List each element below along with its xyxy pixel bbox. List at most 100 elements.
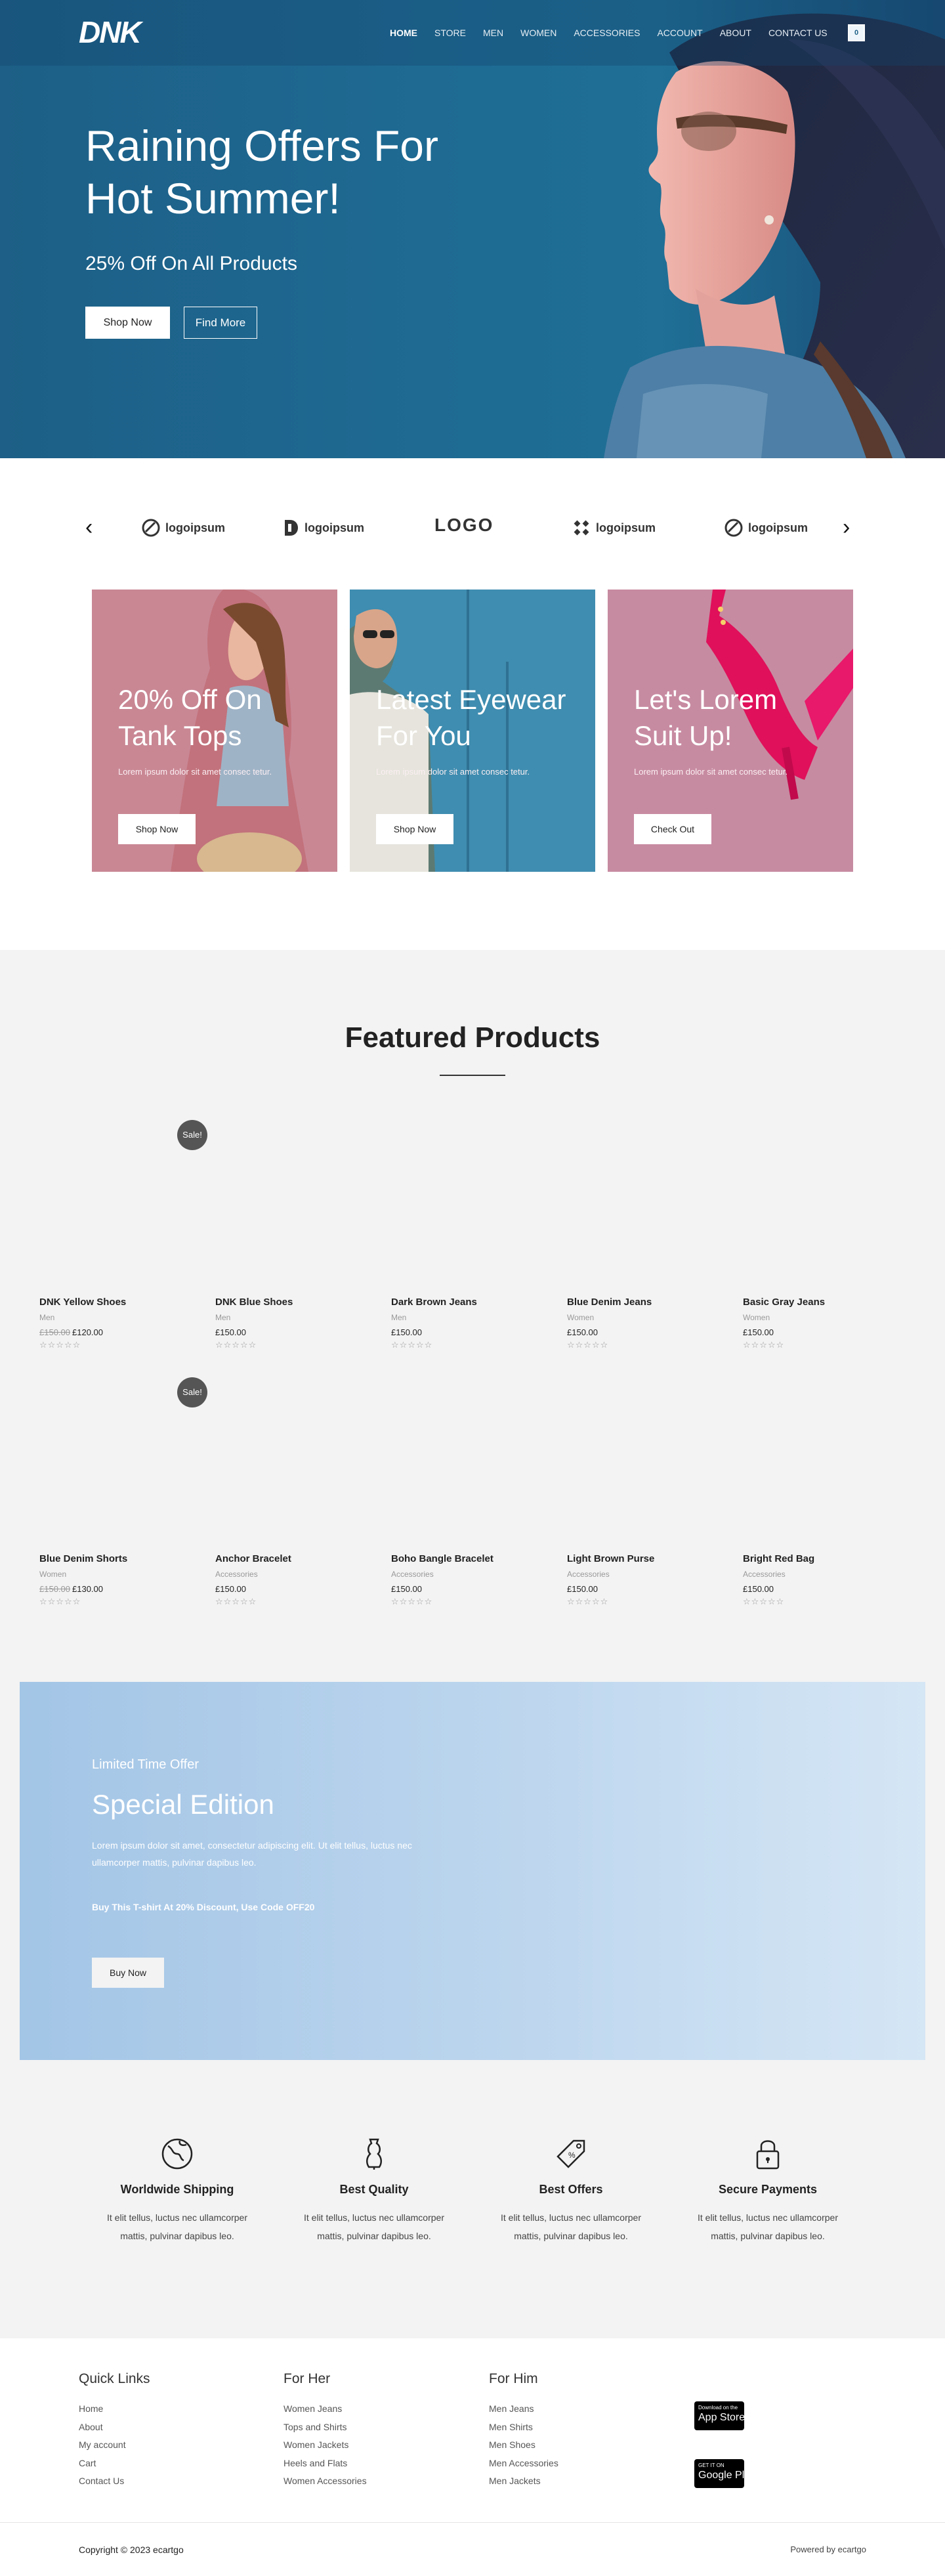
product-card[interactable]: Blue Denim Shorts Women £150.00 £130.00 ☆… — [39, 1553, 197, 1607]
product-card[interactable]: Basic Gray Jeans Women £150.00 ☆☆☆☆☆ — [743, 1297, 900, 1350]
product-rating: ☆☆☆☆☆ — [39, 1597, 81, 1606]
logoipsum-mark-icon — [574, 520, 589, 536]
product-name[interactable]: DNK Blue Shoes — [215, 1297, 373, 1308]
footer-link-men-shirts[interactable]: Men Shirts — [489, 2418, 558, 2437]
logoipsum-mark-icon — [724, 519, 743, 537]
footer-link-men-shoes[interactable]: Men Shoes — [489, 2436, 558, 2455]
product-rating: ☆☆☆☆☆ — [567, 1340, 609, 1350]
product-card[interactable]: Anchor Bracelet Accessories £150.00 ☆☆☆☆… — [215, 1553, 373, 1607]
product-price: £150.00 — [743, 1327, 774, 1337]
nav-about[interactable]: ABOUT — [720, 26, 751, 39]
nav-store[interactable]: STORE — [434, 26, 466, 39]
footer-link-home[interactable]: Home — [79, 2400, 150, 2418]
footer-link-tops-and-shirts[interactable]: Tops and Shirts — [284, 2418, 367, 2437]
nav-home[interactable]: HOME — [390, 26, 417, 39]
site-logo[interactable]: DNK — [79, 14, 142, 50]
product-card[interactable]: DNK Blue Shoes Men £150.00 ☆☆☆☆☆ — [215, 1297, 373, 1350]
footer-link-men-jeans[interactable]: Men Jeans — [489, 2400, 558, 2418]
nav-contact-us[interactable]: CONTACT US — [768, 26, 828, 39]
feature-title: Best Quality — [339, 2183, 409, 2196]
product-name[interactable]: Anchor Bracelet — [215, 1553, 373, 1564]
footer-link-cart[interactable]: Cart — [79, 2455, 150, 2473]
cart-icon[interactable]: 0 — [848, 24, 865, 41]
product-name[interactable]: Bright Red Bag — [743, 1553, 900, 1564]
product-card[interactable]: Boho Bangle Bracelet Accessories £150.00… — [391, 1553, 549, 1607]
footer-col-title: Quick Links — [79, 2371, 150, 2386]
promo-card-1-text: Lorem ipsum dolor sit amet consec tetur. — [118, 767, 272, 777]
footer-link-men-accessories[interactable]: Men Accessories — [489, 2455, 558, 2473]
nav-account[interactable]: ACCOUNT — [657, 26, 702, 39]
product-card[interactable]: DNK Yellow Shoes Men £150.00 £120.00 ☆☆☆☆… — [39, 1297, 197, 1350]
chevron-right-icon[interactable]: › — [843, 516, 850, 538]
product-sale-price: £130.00 — [72, 1584, 103, 1594]
product-card[interactable]: Blue Denim Jeans Women £150.00 ☆☆☆☆☆ — [567, 1297, 724, 1350]
product-card[interactable]: Dark Brown Jeans Men £150.00 ☆☆☆☆☆ — [391, 1297, 549, 1350]
product-name[interactable]: DNK Yellow Shoes — [39, 1297, 197, 1308]
product-card[interactable]: Light Brown Purse Accessories £150.00 ☆☆… — [567, 1553, 724, 1607]
footer-link-contact-us[interactable]: Contact Us — [79, 2472, 150, 2491]
brand-logo-2: logoipsum — [282, 519, 364, 537]
product-category[interactable]: Women — [743, 1313, 900, 1322]
special-eyebrow: Limited Time Offer — [92, 1757, 200, 1772]
product-rating: ☆☆☆☆☆ — [39, 1340, 81, 1350]
product-rating: ☆☆☆☆☆ — [215, 1340, 257, 1350]
nav-accessories[interactable]: ACCESSORIES — [574, 26, 640, 39]
brand-logo-3: LOGO — [434, 515, 494, 536]
feature-worldwide-shipping: Worldwide Shipping It elit tellus, luctu… — [85, 2137, 269, 2245]
product-name[interactable]: Dark Brown Jeans — [391, 1297, 549, 1308]
footer-divider — [0, 2522, 945, 2523]
product-name[interactable]: Basic Gray Jeans — [743, 1297, 900, 1308]
product-category[interactable]: Accessories — [391, 1570, 549, 1579]
product-sale-price: £120.00 — [72, 1327, 103, 1337]
buy-now-button[interactable]: Buy Now — [92, 1958, 164, 1988]
product-category[interactable]: Women — [39, 1570, 197, 1579]
google-play-badge[interactable]: GET IT ON Google Play — [694, 2459, 744, 2488]
special-discount-code: Buy This T-shirt At 20% Discount, Use Co… — [92, 1902, 315, 1912]
promo-card-2-title: Latest Eyewear For You — [376, 684, 566, 751]
promo-card-tank-tops: 20% Off On Tank Tops Lorem ipsum dolor s… — [92, 590, 337, 872]
hero-woman-photo — [604, 13, 945, 458]
app-store-badge[interactable]: Download on the App Store — [694, 2401, 744, 2430]
product-category[interactable]: Accessories — [567, 1570, 724, 1579]
footer-quick-links: Quick Links Home About My account Cart C… — [79, 2371, 150, 2491]
footer-link-women-jackets[interactable]: Women Jackets — [284, 2436, 367, 2455]
hero-find-more-button[interactable]: Find More — [184, 307, 257, 339]
product-category[interactable]: Men — [39, 1313, 197, 1322]
product-rating: ☆☆☆☆☆ — [391, 1597, 433, 1606]
product-category[interactable]: Men — [391, 1313, 549, 1322]
product-card[interactable]: Bright Red Bag Accessories £150.00 ☆☆☆☆☆ — [743, 1553, 900, 1607]
footer-link-women-accessories[interactable]: Women Accessories — [284, 2472, 367, 2491]
product-category[interactable]: Men — [215, 1313, 373, 1322]
hero-banner: DNK HOME STORE MEN WOMEN ACCESSORIES ACC… — [0, 0, 945, 458]
product-rating: ☆☆☆☆☆ — [215, 1597, 257, 1606]
promo-card-eyewear: Latest Eyewear For You Lorem ipsum dolor… — [350, 590, 595, 872]
promo-card-2-button[interactable]: Shop Now — [376, 814, 453, 844]
product-price: £150.00 £120.00 — [39, 1327, 197, 1337]
logoipsum-mark-icon — [142, 519, 160, 537]
main-nav: HOME STORE MEN WOMEN ACCESSORIES ACCOUNT… — [390, 26, 845, 39]
dress-form-icon — [366, 2138, 382, 2170]
footer-link-heels-and-flats[interactable]: Heels and Flats — [284, 2455, 367, 2473]
hero-shop-now-button[interactable]: Shop Now — [85, 307, 170, 339]
product-rating: ☆☆☆☆☆ — [743, 1597, 785, 1606]
footer-for-her: For Her Women Jeans Tops and Shirts Wome… — [284, 2371, 367, 2491]
promo-card-3-button[interactable]: Check Out — [634, 814, 711, 844]
promo-card-3-title: Let's Lorem Suit Up! — [634, 684, 778, 751]
footer-link-women-jeans[interactable]: Women Jeans — [284, 2400, 367, 2418]
footer-link-my-account[interactable]: My account — [79, 2436, 150, 2455]
product-category[interactable]: Women — [567, 1313, 724, 1322]
product-category[interactable]: Accessories — [215, 1570, 373, 1579]
chevron-left-icon[interactable]: ‹ — [85, 516, 93, 538]
footer-link-men-jackets[interactable]: Men Jackets — [489, 2472, 558, 2491]
footer-link-about[interactable]: About — [79, 2418, 150, 2437]
app-store-small-text: Download on the — [698, 2405, 738, 2411]
product-name[interactable]: Blue Denim Shorts — [39, 1553, 197, 1564]
product-name[interactable]: Boho Bangle Bracelet — [391, 1553, 549, 1564]
nav-men[interactable]: MEN — [483, 26, 503, 39]
promo-card-1-button[interactable]: Shop Now — [118, 814, 196, 844]
product-name[interactable]: Blue Denim Jeans — [567, 1297, 724, 1308]
nav-women[interactable]: WOMEN — [520, 26, 556, 39]
feature-secure-payments: Secure Payments It elit tellus, luctus n… — [676, 2137, 860, 2245]
product-category[interactable]: Accessories — [743, 1570, 900, 1579]
product-name[interactable]: Light Brown Purse — [567, 1553, 724, 1564]
